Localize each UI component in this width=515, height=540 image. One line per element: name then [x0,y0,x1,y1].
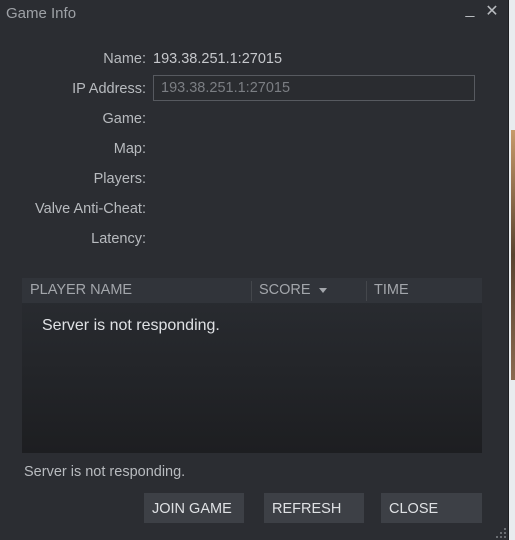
player-list-header: PLAYER NAME SCORE TIME [22,278,482,303]
latency-label: Latency: [91,231,146,247]
close-button[interactable]: CLOSE [381,493,482,523]
refresh-button[interactable]: REFRESH [264,493,364,523]
name-label: Name: [103,51,146,67]
minimize-icon[interactable]: _ [462,1,478,19]
background-image-edge [511,130,515,380]
close-icon[interactable]: ✕ [484,3,500,21]
column-time[interactable]: TIME [374,282,409,298]
players-label: Players: [93,171,146,187]
vac-label: Valve Anti-Cheat: [35,201,146,217]
column-player-name[interactable]: PLAYER NAME [30,282,132,298]
sort-descending-icon [318,287,327,293]
column-score[interactable]: SCORE [259,282,327,298]
column-divider[interactable] [251,281,252,301]
game-label: Game: [102,111,146,127]
title-bar[interactable]: Game Info _ ✕ [0,0,508,28]
status-text: Server is not responding. [24,464,186,480]
player-list-message: Server is not responding. [42,317,220,334]
join-game-button[interactable]: JOIN GAME [144,493,244,523]
column-score-label: SCORE [259,282,311,298]
player-list: PLAYER NAME SCORE TIME Server is not res… [22,278,482,453]
window-title: Game Info [6,5,77,22]
ip-address-label: IP Address: [72,81,146,97]
ip-address-field[interactable] [153,75,475,101]
name-value: 193.38.251.1:27015 [153,51,283,67]
column-divider[interactable] [366,281,367,301]
game-info-dialog: Game Info _ ✕ Name: 193.38.251.1:27015 I… [0,0,509,540]
map-label: Map: [113,141,146,157]
resize-grip-icon[interactable] [496,528,506,538]
